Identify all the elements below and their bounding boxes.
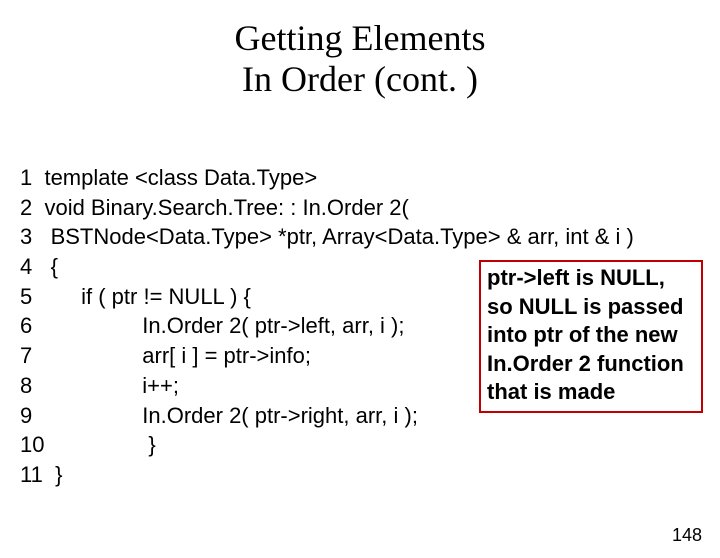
code-line: 1 template <class Data.Type> [20, 163, 700, 193]
code-line: 3 BSTNode<Data.Type> *ptr, Array<Data.Ty… [20, 222, 700, 252]
title-line-1: Getting Elements [0, 18, 720, 59]
code-line: 11 } [20, 460, 700, 490]
annotation-callout: ptr->left is NULL, so NULL is passed int… [479, 260, 703, 413]
code-line: 2 void Binary.Search.Tree: : In.Order 2( [20, 193, 700, 223]
code-line: 10 } [20, 430, 700, 460]
title-line-2: In Order (cont. ) [0, 59, 720, 100]
slide-title: Getting Elements In Order (cont. ) [0, 18, 720, 101]
page-number: 148 [672, 525, 702, 546]
